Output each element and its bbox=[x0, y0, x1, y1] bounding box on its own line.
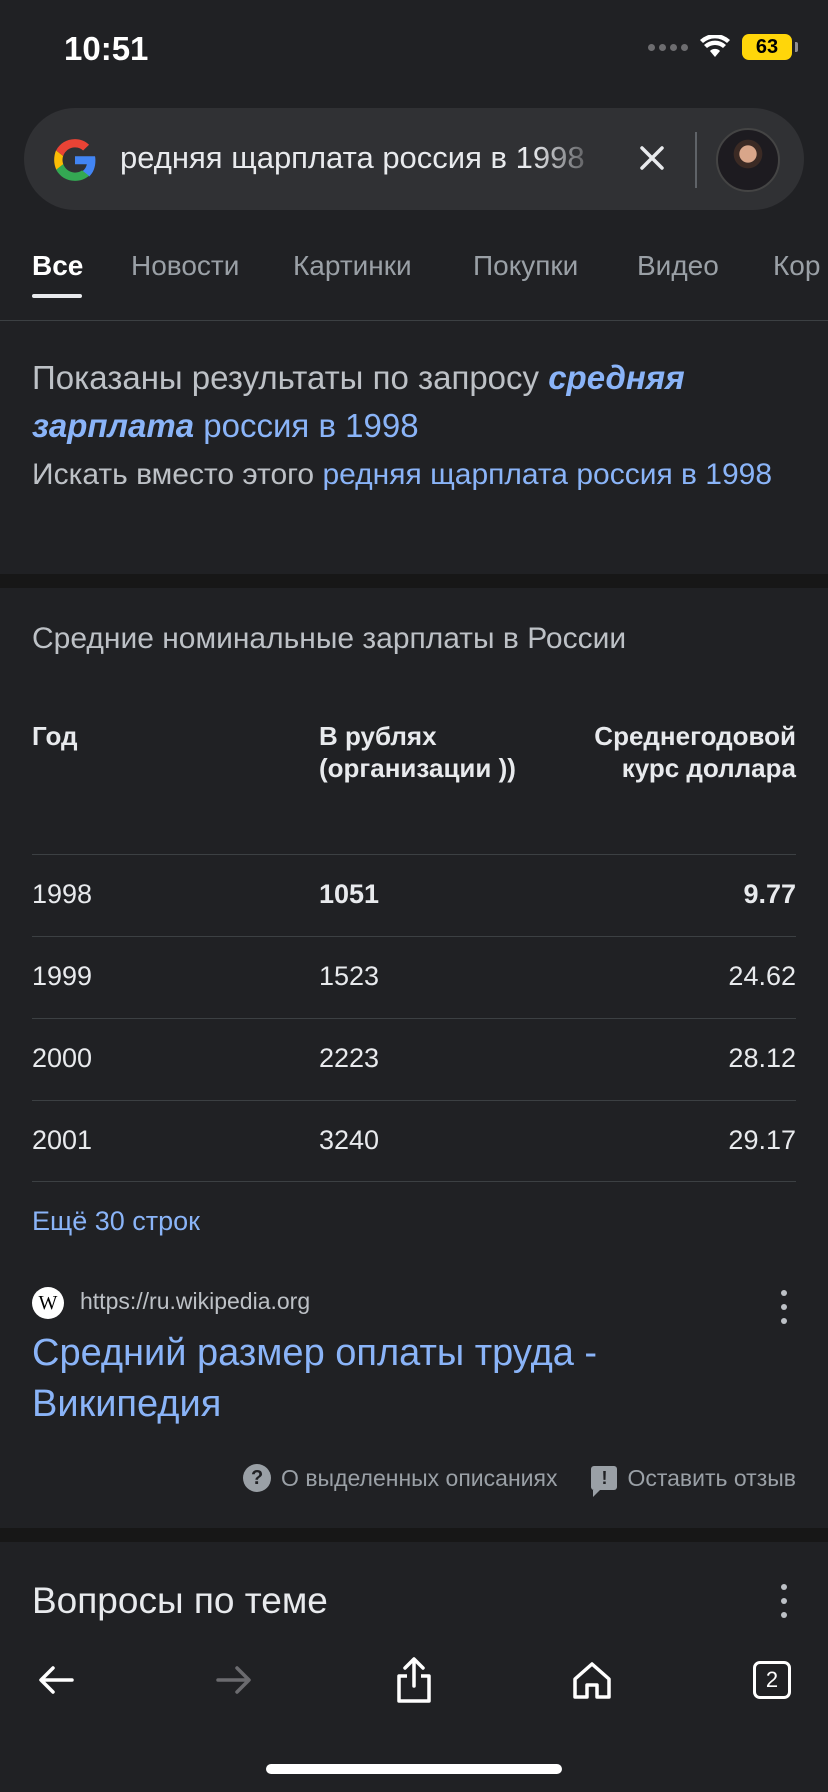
share-icon bbox=[397, 1657, 431, 1703]
close-icon bbox=[640, 146, 664, 170]
table-row: 2000 2223 28.12 bbox=[32, 1018, 796, 1100]
arrow-right-icon bbox=[216, 1666, 251, 1694]
tab-news[interactable]: Новости bbox=[131, 250, 239, 282]
snippet-title: Средние номинальные зарплаты в России bbox=[32, 622, 627, 655]
related-questions-title: Вопросы по теме bbox=[32, 1580, 328, 1621]
search-instead: Искать вместо этого редняя щарплата росс… bbox=[32, 450, 802, 499]
home-button[interactable] bbox=[562, 1652, 622, 1708]
tabs-count-icon: 2 bbox=[753, 1661, 791, 1699]
user-avatar[interactable] bbox=[716, 128, 780, 192]
tabs-button[interactable]: 2 bbox=[742, 1652, 802, 1708]
more-options-icon[interactable] bbox=[779, 1584, 789, 1618]
search-instead-prefix: Искать вместо этого bbox=[32, 458, 315, 491]
search-input[interactable]: редняя щарплата россия в 1998 bbox=[120, 140, 605, 176]
battery-indicator: 63 bbox=[742, 34, 798, 60]
table-row: 1999 1523 24.62 bbox=[32, 936, 796, 1018]
active-tab-indicator bbox=[32, 294, 82, 298]
more-options-icon[interactable] bbox=[779, 1290, 789, 1324]
home-indicator bbox=[266, 1764, 562, 1774]
original-query-link[interactable]: редняя щарплата россия в 1998 bbox=[322, 458, 772, 491]
status-icons: 63 bbox=[648, 34, 798, 60]
about-featured-snippets-link[interactable]: О выделенных описаниях bbox=[281, 1465, 557, 1492]
search-divider bbox=[695, 132, 697, 188]
cell-rubles: 2223 bbox=[319, 1043, 380, 1073]
status-time: 10:51 bbox=[64, 30, 149, 67]
clear-search-button[interactable] bbox=[632, 138, 672, 178]
home-icon bbox=[573, 1662, 611, 1699]
cell-usd-rate: 28.12 bbox=[728, 1043, 796, 1073]
help-icon: ? bbox=[243, 1464, 272, 1492]
feedback-icon: ! bbox=[591, 1466, 618, 1497]
source-url[interactable]: https://ru.wikipedia.org bbox=[80, 1288, 310, 1315]
table-row: 1998 1051 9.77 bbox=[32, 854, 796, 936]
cell-rubles: 1051 bbox=[319, 879, 380, 909]
cellular-signal-icon bbox=[648, 43, 688, 51]
cell-year: 1999 bbox=[32, 961, 93, 991]
share-button[interactable] bbox=[384, 1652, 444, 1708]
tab-images[interactable]: Картинки bbox=[293, 250, 412, 282]
section-separator bbox=[0, 574, 828, 588]
cell-usd-rate: 9.77 bbox=[743, 879, 796, 909]
google-logo-icon bbox=[54, 139, 96, 181]
showing-prefix: Показаны результаты по запросу bbox=[32, 359, 540, 396]
wikipedia-icon: W bbox=[32, 1287, 64, 1319]
showing-results-for: Показаны результаты по запросу средняя з… bbox=[32, 354, 802, 450]
leave-feedback-link[interactable]: Оставить отзыв bbox=[627, 1465, 796, 1492]
divider bbox=[0, 320, 828, 321]
header-rubles: В рублях (организации )) bbox=[319, 721, 516, 783]
cell-rubles: 1523 bbox=[319, 961, 380, 991]
cell-year: 2001 bbox=[32, 1125, 93, 1155]
back-button[interactable] bbox=[26, 1652, 86, 1708]
snippet-feedback-row: ? О выделенных описаниях ! Оставить отзы… bbox=[243, 1464, 796, 1497]
section-separator bbox=[0, 1528, 828, 1542]
cell-usd-rate: 24.62 bbox=[728, 961, 796, 991]
table-row: 2001 3240 29.17 bbox=[32, 1100, 796, 1182]
arrow-left-icon bbox=[39, 1666, 74, 1694]
forward-button[interactable] bbox=[204, 1652, 264, 1708]
battery-level: 63 bbox=[755, 35, 779, 58]
more-rows-link[interactable]: Ещё 30 строк bbox=[32, 1206, 200, 1237]
corrected-query-rest[interactable]: россия в 1998 bbox=[203, 407, 418, 444]
header-usd-rate: Среднегодовой курс доллара bbox=[594, 721, 796, 783]
tab-all[interactable]: Все bbox=[32, 250, 83, 282]
wifi-icon bbox=[700, 35, 730, 57]
cell-year: 1998 bbox=[32, 879, 93, 909]
cell-usd-rate: 29.17 bbox=[728, 1125, 796, 1155]
cell-year: 2000 bbox=[32, 1043, 93, 1073]
tab-more[interactable]: Кор bbox=[773, 250, 820, 282]
header-year: Год bbox=[32, 721, 78, 751]
tab-videos[interactable]: Видео bbox=[637, 250, 719, 282]
tab-shopping[interactable]: Покупки bbox=[473, 250, 578, 282]
cell-rubles: 3240 bbox=[319, 1125, 380, 1155]
result-title-link[interactable]: Средний размер оплаты труда - Википедия bbox=[32, 1328, 752, 1430]
search-tabs: Все Новости Картинки Покупки Видео Кор bbox=[0, 250, 828, 320]
